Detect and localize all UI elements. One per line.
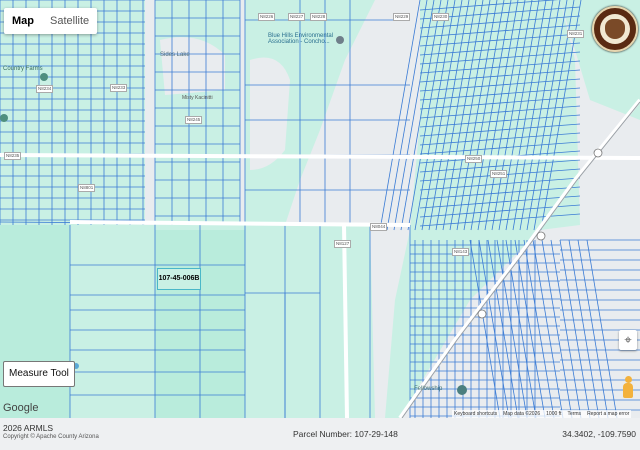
poi-pin-country-farms bbox=[40, 73, 48, 81]
highway-marker-mid bbox=[477, 309, 487, 319]
measure-tool-button[interactable]: Measure Tool bbox=[3, 361, 75, 387]
selected-parcel-label[interactable]: 107-45-006B bbox=[157, 268, 201, 290]
map-type-satellite-button[interactable]: Satellite bbox=[42, 8, 97, 34]
poi-fellowship-label[interactable]: Fellowship bbox=[414, 386, 442, 392]
scale-text[interactable]: 1000 ft bbox=[546, 410, 561, 418]
google-logo: Google bbox=[3, 402, 39, 414]
road-label: N8801 bbox=[78, 184, 96, 192]
poi-misty-lake-label: Misty Kacinitti bbox=[182, 95, 213, 101]
road-label: N8235 bbox=[4, 152, 22, 160]
seal-figure bbox=[605, 19, 625, 39]
map-type-control: Map Satellite bbox=[4, 8, 98, 34]
poi-pin-fellowship bbox=[457, 385, 467, 395]
road-label: N8234 bbox=[36, 85, 54, 93]
map-type-map-button[interactable]: Map bbox=[4, 8, 42, 34]
road-label: N8251 bbox=[490, 170, 508, 178]
zone-midwest bbox=[155, 0, 240, 225]
poi-blue-hills-line2: Association - Concho... bbox=[268, 39, 330, 45]
pegman-head bbox=[625, 376, 632, 383]
terms-link[interactable]: Terms bbox=[567, 410, 581, 418]
road-label: N8250 bbox=[465, 155, 483, 163]
road-label: N8044 bbox=[370, 223, 388, 231]
poi-sides-lake-label: Sides Lake bbox=[160, 52, 190, 58]
poi-blue-hills-label[interactable]: Blue Hills Environmental Association - C… bbox=[268, 33, 333, 45]
report-error-link[interactable]: Report a map error bbox=[587, 410, 629, 418]
map-data-text: Map data ©2026 bbox=[503, 411, 541, 417]
road-label: N8231 bbox=[567, 30, 585, 38]
poi-pin-west bbox=[0, 114, 8, 122]
map-canvas[interactable]: Blue Hills Environmental Association - C… bbox=[0, 0, 640, 418]
keyboard-shortcuts-link[interactable]: Keyboard shortcuts bbox=[454, 410, 497, 418]
road-label: N8143 bbox=[452, 248, 470, 256]
footer-bar: 2026 ARMLS Copyright © Apache County Ari… bbox=[0, 418, 640, 450]
road-label: N8233 bbox=[110, 84, 128, 92]
pegman-body bbox=[623, 383, 633, 398]
road-label: N8229 bbox=[393, 13, 411, 21]
county-seal-logo bbox=[592, 6, 638, 52]
poi-country-farms-label[interactable]: Country Farms bbox=[3, 66, 43, 72]
road-label: N8127 bbox=[334, 240, 352, 248]
locate-icon[interactable]: ⌖ bbox=[619, 330, 637, 350]
footer-coordinates: 34.3402, -109.7590 bbox=[562, 429, 636, 439]
highway-marker-north bbox=[593, 148, 603, 158]
footer-parcel-number: Parcel Number: 107-29-148 bbox=[293, 429, 398, 439]
road-label: N8228 bbox=[310, 13, 328, 21]
map-attribution: Keyboard shortcuts Map data ©2026 1000 f… bbox=[452, 410, 632, 418]
highway-marker-south bbox=[536, 231, 546, 241]
road-label: N8245 bbox=[185, 116, 203, 124]
parcel-map[interactable] bbox=[0, 0, 640, 418]
road-label: N8226 bbox=[258, 13, 276, 21]
pegman-icon[interactable] bbox=[622, 376, 634, 400]
zone-south bbox=[245, 225, 375, 418]
footer-copyright-line: Copyright © Apache County Arizona bbox=[3, 434, 99, 440]
footer-copyright-year: 2026 ARMLS bbox=[3, 423, 54, 433]
road-label: N8230 bbox=[432, 13, 450, 21]
footer-copyright: 2026 ARMLS Copyright © Apache County Ari… bbox=[3, 424, 99, 442]
road-label: N8227 bbox=[288, 13, 306, 21]
poi-pin-blue-hills bbox=[336, 36, 344, 44]
zone-light-west bbox=[0, 225, 70, 418]
